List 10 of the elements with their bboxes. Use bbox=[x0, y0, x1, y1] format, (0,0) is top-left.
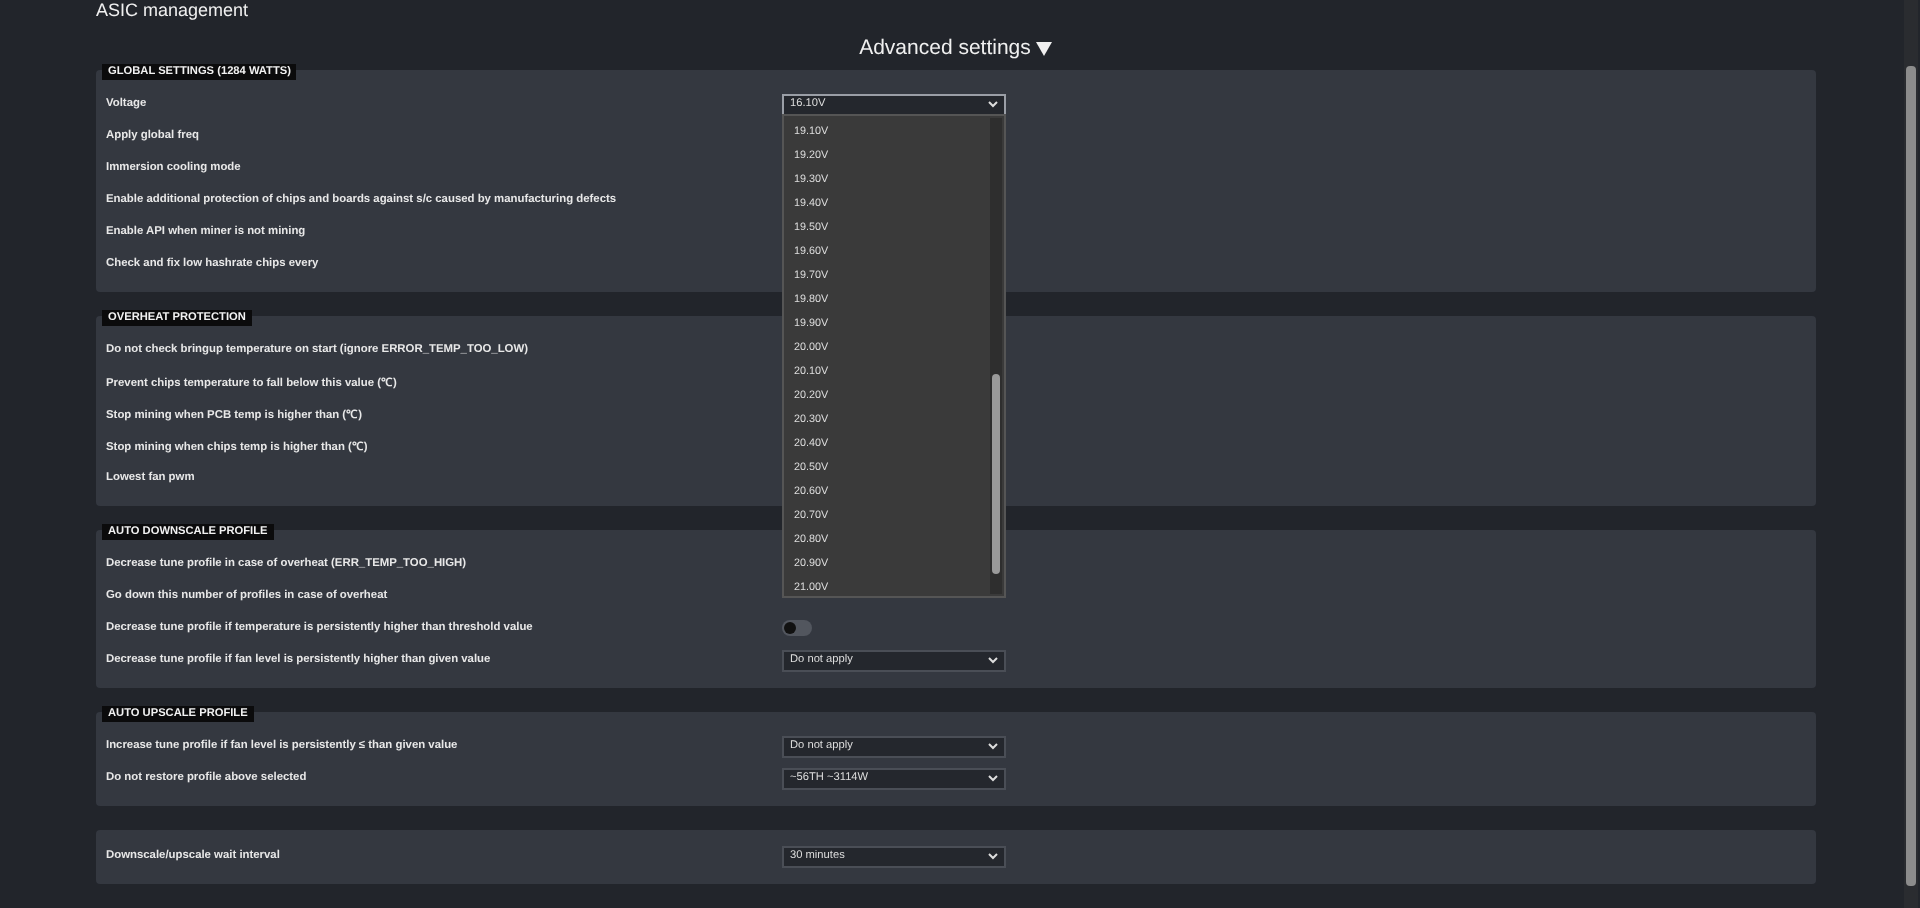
toggle-switch[interactable] bbox=[782, 620, 812, 636]
chevron-icon bbox=[988, 742, 998, 750]
advanced-settings-toggle[interactable]: Advanced settings bbox=[859, 36, 1053, 60]
scrollbar[interactable] bbox=[990, 117, 1002, 593]
scrollbar[interactable] bbox=[1904, 0, 1918, 908]
page-title: ASIC management bbox=[96, 0, 251, 20]
chevron-icon bbox=[988, 774, 998, 782]
chevron-icon bbox=[988, 852, 998, 860]
chevron-icon bbox=[988, 656, 998, 664]
chevron-icon bbox=[988, 100, 998, 108]
